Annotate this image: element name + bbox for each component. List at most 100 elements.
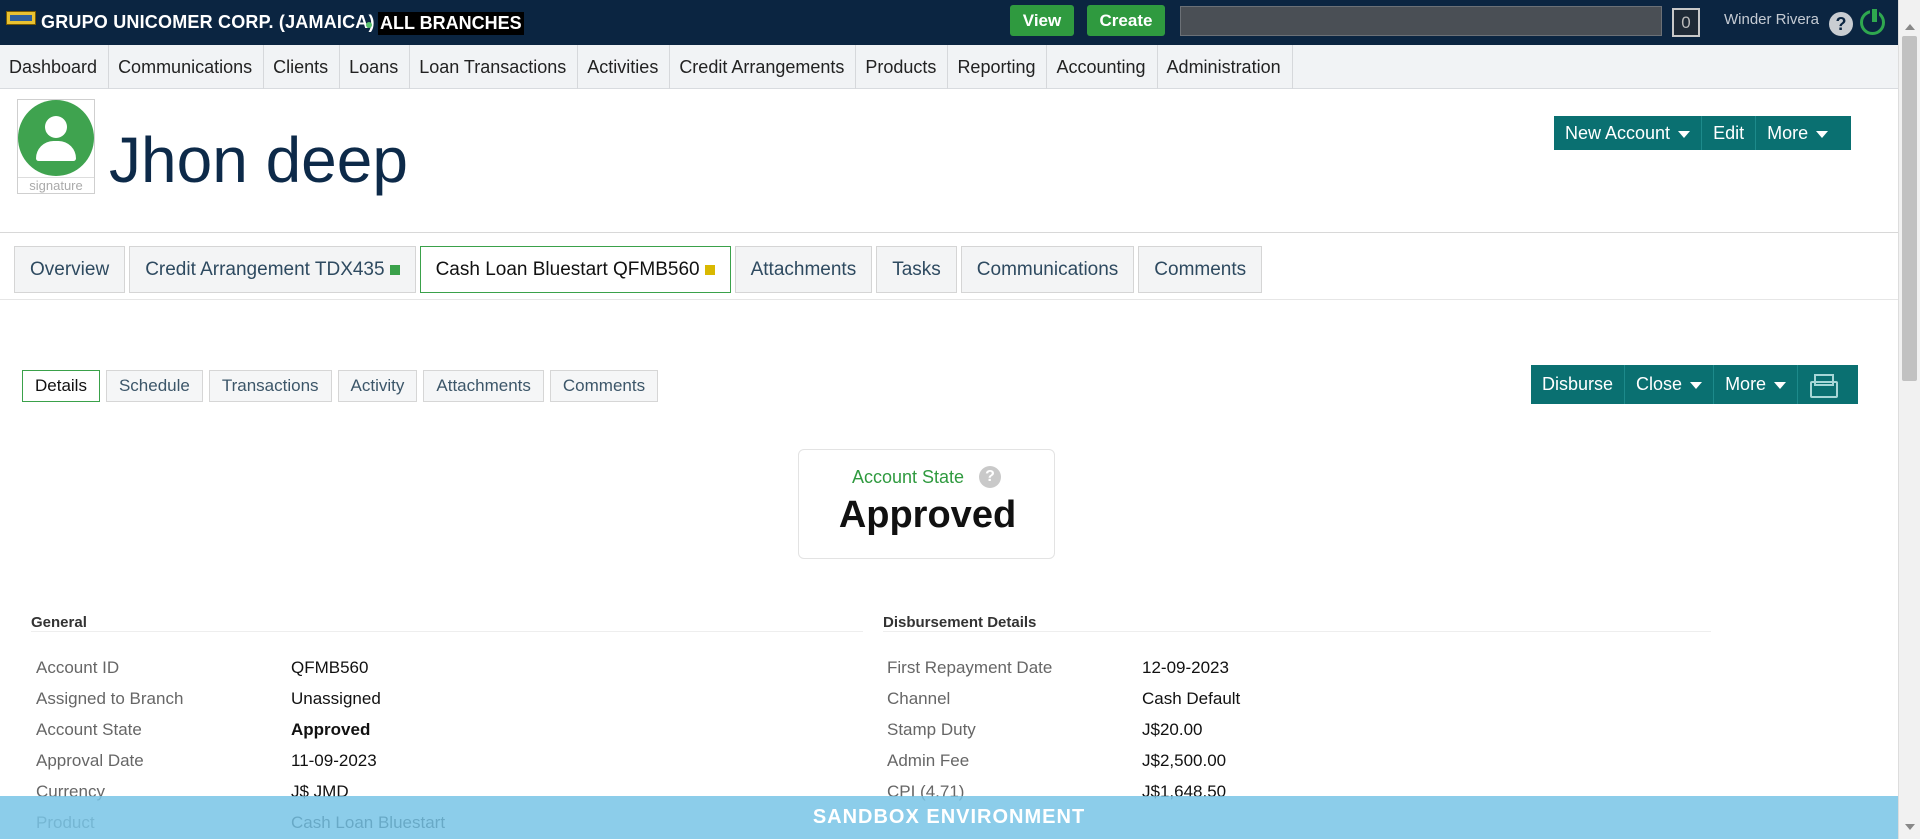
tab-overview[interactable]: Overview <box>14 246 126 293</box>
field-label: Stamp Duty <box>887 720 976 739</box>
view-button[interactable]: View <box>1010 5 1074 36</box>
client-action-bar: New Account Edit More <box>1554 116 1851 150</box>
scroll-down-arrow-icon[interactable] <box>1905 824 1915 830</box>
company-logo <box>6 11 36 25</box>
loan-action-bar: Disburse Close More <box>1531 365 1858 404</box>
tab-label: Comments <box>1154 258 1247 280</box>
scrollbar-thumb[interactable] <box>1902 36 1917 381</box>
branch-status-dot <box>366 22 372 28</box>
tab-label: Attachments <box>750 258 857 280</box>
printer-icon <box>1809 373 1839 398</box>
subtab-activity[interactable]: Activity <box>337 370 418 402</box>
nav-item-dashboard[interactable]: Dashboard <box>0 45 110 89</box>
tab-communications[interactable]: Communications <box>960 246 1135 293</box>
disburse-button[interactable]: Disburse <box>1531 365 1626 404</box>
subtab-attachments[interactable]: Attachments <box>423 370 544 402</box>
client-tabs: Overview Credit Arrangement TDX435 Cash Lo… <box>14 246 1266 293</box>
field-value: Approved <box>291 720 371 739</box>
chevron-down-icon <box>1774 382 1787 389</box>
nav-item-loans[interactable]: Loans <box>340 45 411 89</box>
account-state-label: Account State <box>852 467 965 487</box>
create-button[interactable]: Create <box>1087 5 1165 36</box>
field-value: QFMB560 <box>291 658 369 677</box>
scroll-up-arrow-icon[interactable] <box>1905 24 1915 30</box>
field-label: Approval Date <box>36 751 144 770</box>
tab-label: Credit Arrangement TDX435 <box>145 258 385 280</box>
field-value: Unassigned <box>291 689 381 708</box>
field-value: J$2,500.00 <box>1142 751 1227 770</box>
divider <box>0 299 1898 300</box>
chevron-down-icon <box>1690 382 1703 389</box>
subtab-comments[interactable]: Comments <box>549 370 659 402</box>
avatar-body-icon <box>36 141 76 161</box>
divider <box>31 631 863 632</box>
tab-label: Overview <box>30 258 110 280</box>
field-label: Admin Fee <box>887 751 970 770</box>
nav-item-accounting[interactable]: Accounting <box>1047 45 1158 89</box>
field-value: 12-09-2023 <box>1142 658 1229 677</box>
nav-item-loan-transactions[interactable]: Loan Transactions <box>410 45 579 89</box>
loan-subtabs: Details Schedule Transactions Activity Attac… <box>22 370 664 402</box>
sandbox-banner: SANDBOX ENVIRONMENT <box>0 796 1898 839</box>
notifications-count[interactable]: 0 <box>1672 8 1700 37</box>
tab-label: Tasks <box>892 258 941 280</box>
field-value: Cash Default <box>1142 689 1241 708</box>
client-more-button[interactable]: More <box>1756 116 1839 150</box>
status-square-icon <box>704 264 715 275</box>
nav-item-activities[interactable]: Activities <box>578 45 671 89</box>
loan-more-button[interactable]: More <box>1714 365 1799 404</box>
branch-selector[interactable]: ALL BRANCHES <box>378 12 524 35</box>
user-name[interactable]: Winder Rivera <box>1724 11 1819 28</box>
field-value: 11-09-2023 <box>291 751 377 770</box>
field-label: Account ID <box>36 658 120 677</box>
client-name: Jhon deep <box>109 124 408 196</box>
subtab-details[interactable]: Details <box>22 370 100 402</box>
signature-label[interactable]: signature <box>18 177 94 193</box>
tab-attachments[interactable]: Attachments <box>734 246 873 293</box>
subtab-transactions[interactable]: Transactions <box>208 370 332 402</box>
divider <box>0 232 1898 233</box>
subtab-schedule[interactable]: Schedule <box>105 370 203 402</box>
tab-label: Cash Loan Bluestart QFMB560 <box>435 258 700 280</box>
tab-comments[interactable]: Comments <box>1138 246 1263 293</box>
tab-cash-loan-bluestart-qfmb560[interactable]: Cash Loan Bluestart QFMB560 <box>419 246 731 293</box>
question-icon[interactable]: ? <box>979 466 1001 488</box>
avatar <box>18 100 94 176</box>
account-state-value: Approved <box>838 494 1017 536</box>
nav-item-clients[interactable]: Clients <box>264 45 341 89</box>
field-label: Account State <box>36 720 142 739</box>
vertical-scrollbar[interactable] <box>1898 0 1920 839</box>
more-label: More <box>1767 122 1809 143</box>
chevron-down-icon <box>1816 130 1829 138</box>
edit-client-button[interactable]: Edit <box>1702 116 1757 150</box>
search-input[interactable] <box>1180 6 1662 36</box>
disbursement-section-title: Disbursement Details <box>883 614 1037 631</box>
tab-tasks[interactable]: Tasks <box>876 246 957 293</box>
new-account-button[interactable]: New Account <box>1554 116 1703 150</box>
nav-item-reporting[interactable]: Reporting <box>948 45 1048 89</box>
tab-credit-arrangement-tdx435[interactable]: Credit Arrangement TDX435 <box>129 246 416 293</box>
tab-label: Communications <box>976 258 1119 280</box>
avatar-head-icon <box>45 116 67 138</box>
status-square-icon <box>389 264 400 275</box>
client-avatar-box[interactable]: signature <box>17 99 95 194</box>
close-loan-button[interactable]: Close <box>1625 365 1715 404</box>
main-navigation: Dashboard Communications Clients Loans Loan … <box>0 45 1898 89</box>
divider <box>883 631 1711 632</box>
organization-name: GRUPO UNICOMER CORP. (JAMAICA) <box>41 12 375 32</box>
nav-item-communications[interactable]: Communications <box>109 45 265 89</box>
field-value: J$20.00 <box>1142 720 1203 739</box>
logout-power-icon[interactable] <box>1860 7 1885 35</box>
print-button[interactable] <box>1798 365 1846 404</box>
nav-item-credit-arrangements[interactable]: Credit Arrangements <box>670 45 857 89</box>
nav-item-administration[interactable]: Administration <box>1158 45 1293 89</box>
field-label: Channel <box>887 689 951 708</box>
nav-item-products[interactable]: Products <box>856 45 949 89</box>
close-label: Close <box>1636 374 1683 394</box>
new-account-label: New Account <box>1565 122 1671 143</box>
general-section-title: General <box>31 614 87 631</box>
help-icon[interactable]: ? <box>1829 12 1853 36</box>
account-state-card: Account State ? Approved <box>798 449 1055 559</box>
more-label: More <box>1725 374 1767 394</box>
chevron-down-icon <box>1678 130 1691 138</box>
